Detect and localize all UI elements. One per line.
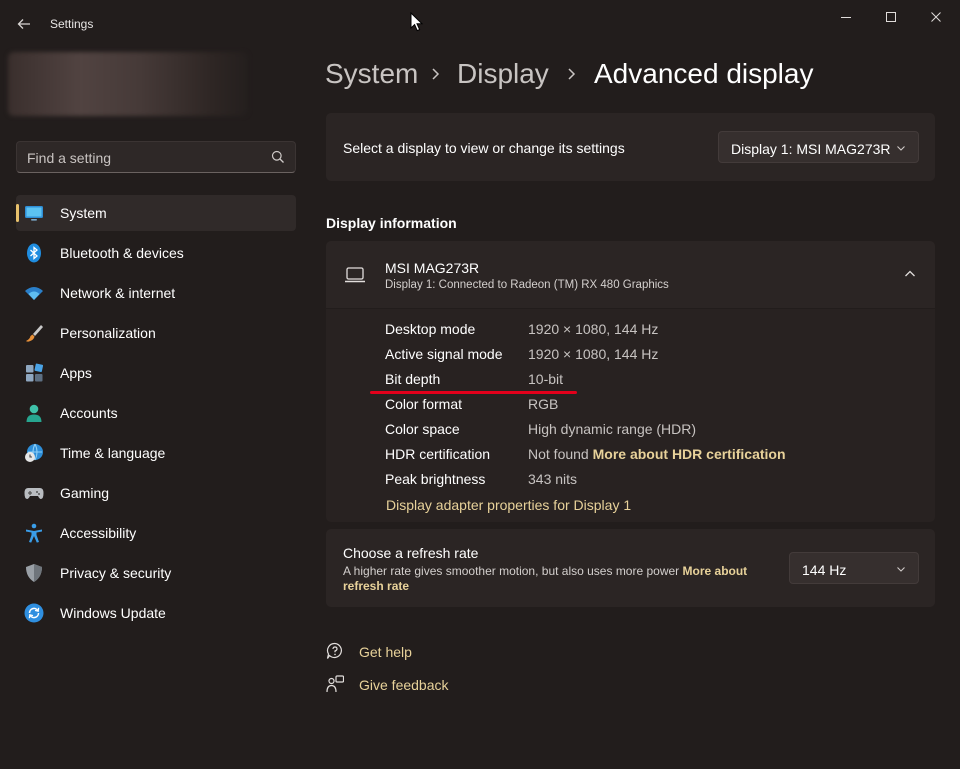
sidebar-item-network[interactable]: Network & internet [16, 275, 296, 311]
wifi-icon [25, 287, 43, 300]
sidebar-item-gaming[interactable]: Gaming [16, 475, 296, 511]
sidebar-item-label: Bluetooth & devices [60, 245, 184, 261]
info-label-hdr-certification: HDR certification [385, 446, 491, 462]
sidebar-item-label: Apps [60, 365, 92, 381]
sidebar-item-label: Windows Update [60, 605, 166, 621]
sidebar-item-system[interactable]: System [16, 195, 296, 231]
info-value-active-signal-mode: 1920 × 1080, 144 Hz [528, 346, 659, 362]
sidebar-item-bluetooth[interactable]: Bluetooth & devices [16, 235, 296, 271]
bluetooth-icon [27, 243, 41, 263]
hdr-certification-link[interactable]: More about HDR certification [593, 446, 786, 462]
info-value-peak-brightness: 343 nits [528, 471, 578, 487]
hdr-certification-status: Not found [528, 446, 589, 462]
monitor-subtitle: Display 1: Connected to Radeon (TM) RX 4… [385, 279, 669, 291]
refresh-rate-description-text: A higher rate gives smoother motion, but… [343, 564, 680, 578]
sidebar-item-label: Network & internet [60, 285, 176, 301]
chevron-up-icon[interactable] [904, 269, 916, 279]
sidebar-item-label: Accessibility [60, 525, 137, 541]
monitor-icon [25, 206, 43, 221]
sidebar-item-privacy[interactable]: Privacy & security [16, 555, 296, 591]
breadcrumb-separator-icon [430, 66, 442, 87]
update-icon [24, 603, 44, 623]
maximize-button[interactable] [869, 4, 913, 30]
refresh-rate-dropdown[interactable]: 144 Hz [789, 552, 919, 584]
info-label-peak-brightness: Peak brightness [385, 471, 486, 487]
sidebar-item-label: Privacy & security [60, 565, 172, 581]
close-icon [931, 12, 941, 22]
get-help-link[interactable]: Get help [359, 644, 412, 660]
person-icon [26, 404, 42, 422]
laptop-monitor-icon [345, 267, 365, 283]
display-dropdown-value: Display 1: MSI MAG273R [731, 141, 891, 157]
brush-icon [26, 325, 43, 342]
info-value-hdr-certification: Not found More about HDR certification [528, 446, 786, 462]
minimize-button[interactable] [824, 4, 868, 30]
display-info-details [326, 309, 935, 522]
section-title-display-information: Display information [326, 215, 457, 231]
sidebar-item-windows-update[interactable]: Windows Update [16, 595, 296, 631]
info-label-bit-depth: Bit depth [385, 371, 441, 387]
apps-icon [26, 363, 44, 382]
give-feedback-link[interactable]: Give feedback [359, 677, 449, 693]
chevron-down-icon [897, 567, 905, 572]
selection-indicator [16, 204, 19, 222]
sidebar-item-label: Gaming [60, 485, 110, 501]
info-label-active-signal-mode: Active signal mode [385, 346, 503, 362]
info-value-color-space: High dynamic range (HDR) [528, 421, 697, 437]
feedback-icon [326, 675, 344, 693]
search-input[interactable]: Find a setting [27, 150, 111, 166]
chevron-down-icon [897, 146, 905, 151]
arrow-left-icon [17, 19, 30, 29]
breadcrumb-separator-icon [566, 66, 578, 87]
page-title: Advanced display [594, 58, 814, 89]
display-dropdown[interactable]: Display 1: MSI MAG273R [718, 131, 919, 163]
display-select-label: Select a display to view or change its s… [343, 140, 625, 156]
back-button[interactable] [12, 12, 36, 36]
refresh-rate-description: A higher rate gives smoother motion, but… [343, 564, 783, 594]
info-value-desktop-mode: 1920 × 1080, 144 Hz [528, 321, 659, 337]
sidebar-item-label: Accounts [60, 405, 118, 421]
refresh-rate-title: Choose a refresh rate [343, 545, 479, 561]
search-box[interactable]: Find a setting [16, 141, 296, 173]
sidebar-item-accessibility[interactable]: Accessibility [16, 515, 296, 551]
info-label-color-space: Color space [385, 421, 460, 437]
window-title: Settings [50, 17, 94, 31]
breadcrumb-display[interactable]: Display [457, 58, 549, 90]
info-value-color-format: RGB [528, 396, 559, 412]
monitor-name: MSI MAG273R [385, 260, 480, 276]
info-label-color-format: Color format [385, 396, 463, 412]
user-profile-blurred [8, 52, 248, 116]
red-underline-annotation [370, 391, 577, 394]
sidebar-item-label: Personalization [60, 325, 156, 341]
refresh-rate-value: 144 Hz [802, 562, 847, 578]
minimize-icon [841, 17, 851, 18]
shield-icon [26, 564, 42, 582]
breadcrumb-system[interactable]: System [325, 58, 418, 90]
gamepad-icon [24, 488, 44, 499]
close-button[interactable] [914, 4, 958, 30]
sidebar-item-time-language[interactable]: Time & language [16, 435, 296, 471]
search-icon [271, 150, 284, 163]
sidebar-item-apps[interactable]: Apps [16, 355, 296, 391]
mouse-cursor-icon [410, 12, 424, 32]
display-adapter-properties-link[interactable]: Display adapter properties for Display 1 [386, 497, 631, 513]
info-label-desktop-mode: Desktop mode [385, 321, 476, 337]
accessibility-icon [26, 523, 42, 543]
info-value-bit-depth: 10-bit [528, 371, 564, 387]
globe-clock-icon [25, 443, 43, 462]
maximize-icon [886, 12, 896, 22]
sidebar-item-accounts[interactable]: Accounts [16, 395, 296, 431]
sidebar-item-label: Time & language [60, 445, 166, 461]
sidebar-item-label: System [60, 205, 107, 221]
help-icon [326, 642, 342, 659]
sidebar-item-personalization[interactable]: Personalization [16, 315, 296, 351]
